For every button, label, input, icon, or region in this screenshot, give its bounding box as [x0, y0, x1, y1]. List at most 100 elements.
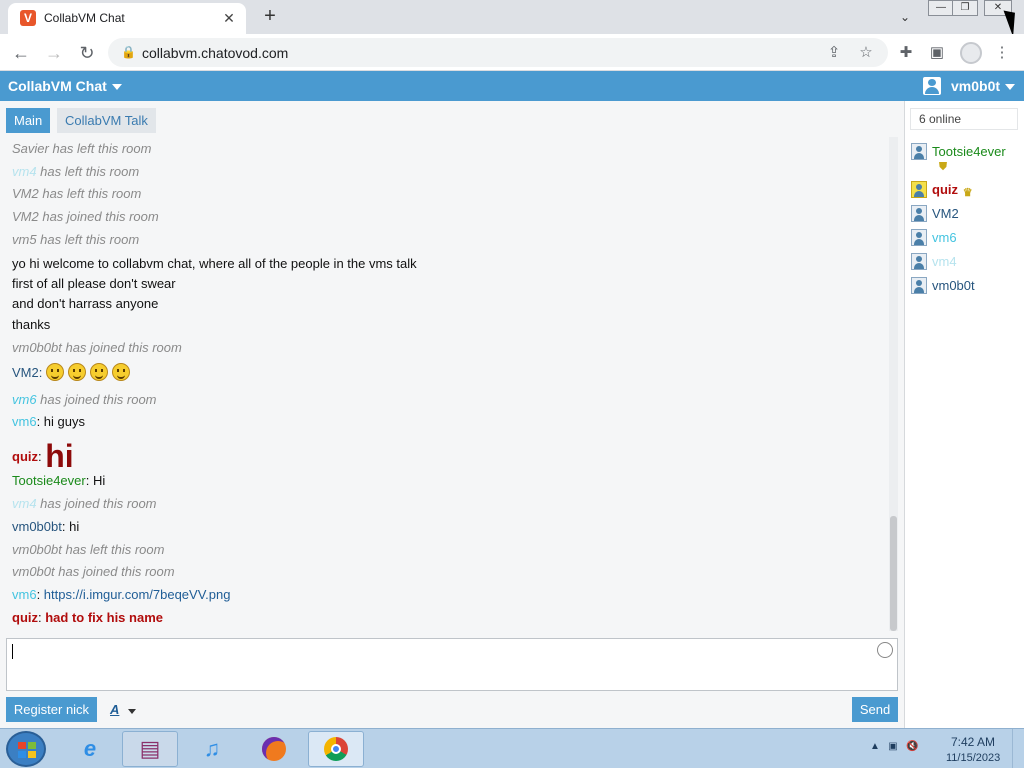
list-item: first of all please don't swear — [12, 276, 176, 291]
collabvm-favicon-icon: V — [20, 10, 36, 26]
message-nick[interactable]: Tootsie4ever — [12, 473, 86, 488]
winrar-icon[interactable]: ▤ — [122, 731, 178, 767]
address-bar[interactable]: 🔒 collabvm.chatovod.com ⇪ ☆ — [108, 38, 888, 67]
user-item-vm2[interactable]: VM2 — [911, 205, 959, 222]
browser-toolbar: ← → ↻ 🔒 collabvm.chatovod.com ⇪ ☆ ✚ ▣ ⋮ — [0, 34, 1024, 71]
back-icon[interactable]: ← — [9, 41, 33, 65]
extensions-icon[interactable]: ✚ — [896, 43, 916, 63]
close-tab-icon[interactable]: ✕ — [220, 9, 238, 27]
message-nick[interactable]: vm4 — [12, 496, 37, 511]
tab-title: CollabVM Chat — [44, 11, 125, 25]
message-nick[interactable]: VM2 — [12, 365, 39, 380]
list-item: vm4 has left this room — [12, 164, 139, 179]
ie-icon[interactable]: e — [62, 731, 118, 767]
message-text: hi — [69, 519, 80, 534]
message-nick[interactable]: vm4 — [12, 164, 37, 179]
browser-tab-strip: V CollabVM Chat ✕ + ⌄ — ❐ ✕ — [0, 0, 1024, 37]
message-text: Hi — [92, 473, 106, 488]
crown-icon: ♛ — [962, 187, 973, 199]
new-tab-button[interactable]: + — [258, 5, 282, 29]
tab-main[interactable]: Main — [6, 108, 51, 133]
lock-icon[interactable]: 🔒 — [121, 45, 136, 59]
message-nick[interactable]: vm0b0bt — [12, 519, 62, 534]
sidepanel-icon[interactable]: ▣ — [927, 43, 947, 63]
message-link[interactable]: https://i.imgur.com/7beqeVV.png — [44, 587, 231, 602]
list-item: vm5 has left this room — [12, 232, 140, 247]
clock-time[interactable]: 7:42 AM — [946, 735, 1000, 749]
shield-icon: ⛊ — [938, 161, 948, 173]
user-item-quiz[interactable]: quiz ♛ — [911, 181, 974, 199]
minimize-button[interactable]: — — [928, 0, 954, 16]
text-format-button[interactable]: A — [110, 702, 119, 717]
app-title: CollabVM Chat — [8, 78, 107, 94]
chevron-down-icon — [1005, 84, 1016, 91]
user-item-vm6[interactable]: vm6 — [911, 229, 957, 246]
list-item: vm0b0bt has left this room — [12, 542, 165, 557]
user-icon — [911, 277, 927, 294]
user-name: vm4 — [932, 254, 957, 269]
reload-icon[interactable]: ↻ — [75, 41, 99, 65]
register-nick-button[interactable]: Register nick — [6, 697, 97, 722]
menu-icon[interactable]: ⋮ — [992, 43, 1012, 63]
message-text: has left this room — [36, 164, 140, 179]
share-icon[interactable]: ⇪ — [824, 43, 844, 63]
mouse-cursor-icon — [1003, 7, 1023, 37]
list-item: vm0b0bt: hi — [12, 519, 80, 534]
chevron-down-icon[interactable] — [128, 709, 136, 714]
start-button[interactable] — [6, 731, 46, 767]
smile-emoji-icon — [67, 363, 86, 381]
url-text[interactable]: collabvm.chatovod.com — [142, 45, 288, 61]
user-item-tootsie4ever[interactable]: Tootsie4ever — [911, 143, 1006, 160]
list-item: vm6: https://i.imgur.com/7beqeVV.png — [12, 587, 231, 602]
itunes-icon[interactable]: ♫ — [184, 731, 240, 767]
list-item: VM2 has left this room — [12, 186, 142, 201]
list-item: and don't harrass anyone — [12, 296, 159, 311]
list-item: thanks — [12, 317, 51, 332]
send-button[interactable]: Send — [852, 697, 898, 722]
user-icon — [911, 229, 927, 246]
chrome-icon[interactable] — [308, 731, 364, 767]
user-name: quiz — [932, 182, 958, 197]
message-text: hi guys — [43, 414, 85, 429]
chat-panel: Main CollabVM Talk Savier has left this … — [0, 101, 904, 728]
message-nick[interactable]: vm6 — [12, 414, 37, 429]
show-desktop-button[interactable] — [1012, 729, 1024, 768]
firefox-icon[interactable] — [246, 731, 302, 767]
online-count: 6 online — [910, 108, 1018, 130]
current-user-name: vm0b0t — [951, 78, 1001, 94]
profile-icon[interactable] — [960, 42, 982, 64]
scrollbar-thumb[interactable] — [890, 516, 897, 631]
current-user-menu[interactable]: vm0b0t — [951, 78, 1016, 94]
forward-icon[interactable]: → — [42, 41, 66, 65]
tab-search-icon[interactable]: ⌄ — [893, 7, 917, 27]
message-nick[interactable]: vm6 — [12, 587, 37, 602]
windows-taskbar: e ▤ ♫ ▲ ▣ 🔇 7:42 AM 11/15/2023 — [0, 728, 1024, 768]
user-item-vm0b0t[interactable]: vm0b0t — [911, 277, 975, 294]
app-title-menu[interactable]: CollabVM Chat — [8, 78, 122, 94]
message-scrollbar[interactable] — [889, 137, 898, 631]
message-nick[interactable]: quiz — [12, 449, 38, 464]
user-name: vm6 — [932, 230, 957, 245]
user-name: VM2 — [932, 206, 959, 221]
list-item: Savier has left this room — [12, 141, 152, 156]
list-item: vm0b0bt has joined this room — [12, 340, 182, 355]
list-item: VM2: — [12, 363, 134, 381]
list-item: yo hi welcome to collabvm chat, where al… — [12, 256, 417, 271]
emoji-picker-icon[interactable] — [877, 642, 893, 658]
browser-tab[interactable]: V CollabVM Chat ✕ — [8, 3, 246, 34]
user-avatar-icon[interactable] — [923, 77, 941, 95]
message-text: has joined this room — [36, 392, 157, 407]
message-input[interactable] — [6, 638, 898, 691]
user-list-panel: 6 online Tootsie4ever ⛊ quiz ♛ VM2 vm6 v… — [904, 101, 1024, 728]
restore-button[interactable]: ❐ — [952, 0, 978, 16]
system-tray[interactable]: ▲ ▣ 🔇 — [870, 741, 918, 752]
screen: V CollabVM Chat ✕ + ⌄ — ❐ ✕ ← → ↻ 🔒 coll… — [0, 0, 1024, 768]
message-nick[interactable]: vm6 — [12, 392, 37, 407]
star-icon[interactable]: ☆ — [856, 43, 876, 63]
message-nick[interactable]: quiz — [12, 610, 38, 625]
tab-collabvm-talk[interactable]: CollabVM Talk — [57, 108, 156, 133]
list-item: vm4 has joined this room — [12, 496, 157, 511]
user-item-vm4[interactable]: vm4 — [911, 253, 957, 270]
clock-date[interactable]: 11/15/2023 — [946, 752, 1000, 764]
list-item: vm0b0t has joined this room — [12, 564, 175, 579]
